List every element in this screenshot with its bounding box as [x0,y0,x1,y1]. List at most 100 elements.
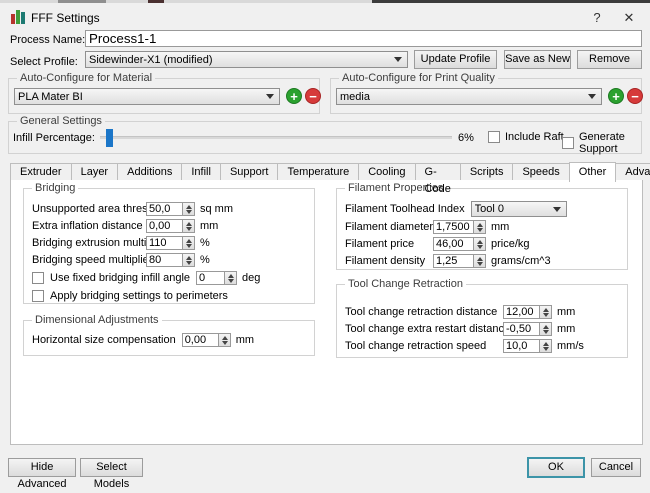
filament-toolhead-dropdown[interactable]: Tool 0 [471,201,567,217]
filament-diameter-spinner[interactable] [433,220,486,234]
tool-change-retraction-speed-label: Tool change retraction speed [345,340,503,352]
add-material-button[interactable]: + [286,88,302,104]
bridging-speed-multiplier-input[interactable] [146,253,182,267]
spin-buttons[interactable] [224,271,237,285]
filament-price-unit: price/kg [491,238,530,250]
process-name-input[interactable] [85,30,642,47]
tab-layer[interactable]: Layer [71,163,119,180]
spin-buttons[interactable] [473,237,486,251]
spin-buttons[interactable] [182,253,195,267]
tab-advanced[interactable]: Advanced [615,163,650,180]
cancel-button[interactable]: Cancel [591,458,641,477]
profile-value: Sidewinder-X1 (modified) [89,54,394,66]
tab-infill[interactable]: Infill [181,163,221,180]
ok-button[interactable]: OK [527,457,585,478]
generate-support-checkbox[interactable] [562,137,574,149]
settings-tab-bar: Extruder Layer Additions Infill Support … [10,162,650,180]
tool-change-extra-restart-input[interactable] [503,322,539,336]
filament-density-label: Filament density [345,255,433,267]
spin-buttons[interactable] [473,254,486,268]
spin-buttons[interactable] [182,202,195,216]
add-quality-button[interactable]: + [608,88,624,104]
horizontal-size-compensation-input[interactable] [182,333,218,347]
spin-buttons[interactable] [473,220,486,234]
bridging-speed-multiplier-label: Bridging speed multiplier [32,254,146,266]
spin-buttons[interactable] [539,322,552,336]
filament-properties-group: Filament Properties Filament Toolhead In… [336,188,628,270]
profile-dropdown[interactable]: Sidewinder-X1 (modified) [85,51,408,68]
extra-inflation-distance-spinner[interactable] [146,219,195,233]
bridging-speed-multiplier-spinner[interactable] [146,253,195,267]
spin-buttons[interactable] [218,333,231,347]
include-raft-label: Include Raft [505,131,564,143]
bridging-extrusion-multiplier-input[interactable] [146,236,182,250]
filament-diameter-input[interactable] [433,220,473,234]
bridging-perimeters-checkbox[interactable] [32,290,44,302]
fixed-bridging-angle-checkbox[interactable] [32,272,44,284]
unsupported-area-threshold-spinner[interactable] [146,202,195,216]
include-raft-option[interactable]: Include Raft [488,131,564,143]
tab-extruder[interactable]: Extruder [10,163,72,180]
tool-change-retraction-distance-input[interactable] [503,305,539,319]
tool-change-retraction-speed-unit: mm/s [557,340,584,352]
filament-price-spinner[interactable] [433,237,486,251]
bridging-extrusion-multiplier-spinner[interactable] [146,236,195,250]
material-dropdown[interactable]: PLA Mater BI [14,88,280,105]
tab-temperature[interactable]: Temperature [277,163,359,180]
tool-change-extra-restart-spinner[interactable] [503,322,552,336]
tool-change-retraction-speed-spinner[interactable] [503,339,552,353]
fixed-bridging-angle-row: Use fixed bridging infill angle deg [32,270,314,285]
tab-additions[interactable]: Additions [117,163,182,180]
save-as-new-button[interactable]: Save as New [504,50,571,69]
general-settings-title: General Settings [17,115,105,127]
fixed-bridging-angle-input[interactable] [196,271,224,285]
filament-density-spinner[interactable] [433,254,486,268]
remove-button[interactable]: Remove [577,50,642,69]
extra-inflation-distance-input[interactable] [146,219,182,233]
remove-quality-button[interactable]: − [627,88,643,104]
include-raft-checkbox[interactable] [488,131,500,143]
filament-price-input[interactable] [433,237,473,251]
bridging-group: Bridging Unsupported area threshold sq m… [23,188,315,304]
tab-cooling[interactable]: Cooling [358,163,415,180]
select-profile-label: Select Profile: [10,56,78,68]
bridging-speed-multiplier-row: Bridging speed multiplier % [32,253,314,267]
tab-speeds[interactable]: Speeds [512,163,569,180]
bridging-extrusion-multiplier-unit: % [200,237,210,249]
extra-inflation-distance-unit: mm [200,220,218,232]
dimensional-adjustments-title: Dimensional Adjustments [32,314,162,326]
hide-advanced-button[interactable]: Hide Advanced [8,458,76,477]
tool-change-retraction-group: Tool Change Retraction Tool change retra… [336,284,628,358]
spin-buttons[interactable] [539,339,552,353]
infill-slider[interactable] [100,136,452,139]
spin-buttons[interactable] [182,236,195,250]
quality-dropdown[interactable]: media [336,88,602,105]
tool-change-retraction-distance-spinner[interactable] [503,305,552,319]
spin-buttons[interactable] [539,305,552,319]
fixed-bridging-angle-label: Use fixed bridging infill angle [50,272,190,284]
window-title: FFF Settings [31,11,100,25]
tab-other[interactable]: Other [569,162,617,182]
tab-support[interactable]: Support [220,163,279,180]
tool-change-extra-restart-row: Tool change extra restart distance mm [345,322,627,336]
infill-slider-handle[interactable] [106,129,113,147]
fixed-bridging-angle-spinner[interactable] [196,271,237,285]
filament-density-input[interactable] [433,254,473,268]
help-button[interactable]: ? [584,8,610,28]
chevron-down-icon [266,94,274,99]
update-profile-button[interactable]: Update Profile [414,50,497,69]
tab-scripts[interactable]: Scripts [460,163,514,180]
auto-configure-quality-title: Auto-Configure for Print Quality [339,72,498,84]
select-models-button[interactable]: Select Models [80,458,143,477]
tab-gcode[interactable]: G-Code [415,163,461,180]
spin-buttons[interactable] [182,219,195,233]
tool-change-retraction-speed-row: Tool change retraction speed mm/s [345,339,627,353]
unsupported-area-threshold-label: Unsupported area threshold [32,203,146,215]
unsupported-area-threshold-input[interactable] [146,202,182,216]
tool-change-retraction-speed-input[interactable] [503,339,539,353]
title-bar: FFF Settings ? ✕ [0,3,650,30]
horizontal-size-compensation-spinner[interactable] [182,333,231,347]
close-button[interactable]: ✕ [616,8,642,28]
remove-material-button[interactable]: − [305,88,321,104]
generate-support-option[interactable]: Generate Support [562,131,650,155]
